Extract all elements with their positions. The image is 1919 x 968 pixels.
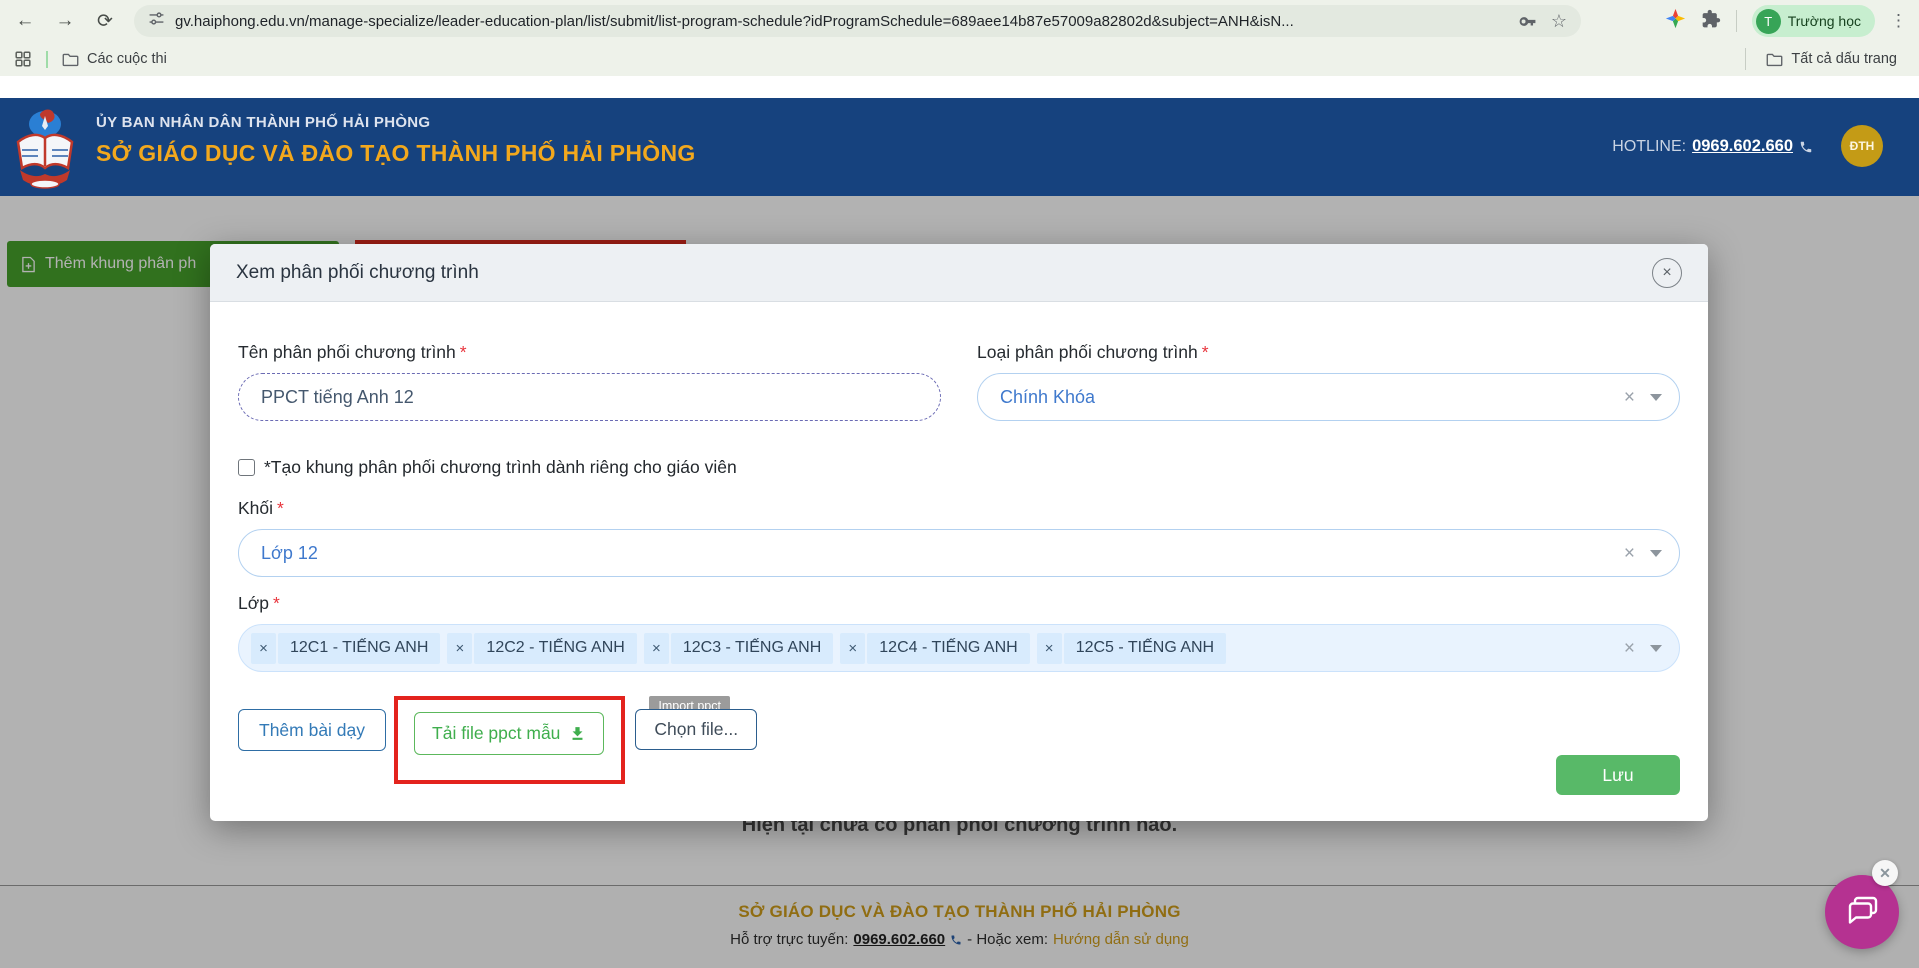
- bookmark-label: Các cuộc thi: [87, 51, 167, 67]
- site-info-icon[interactable]: [148, 10, 165, 32]
- chevron-down-icon[interactable]: [1650, 645, 1662, 652]
- all-bookmarks-item[interactable]: Tất cả dấu trang: [1758, 51, 1905, 67]
- class-tag: × 12C2 - TIẾNG ANH: [447, 633, 636, 664]
- tag-remove-icon[interactable]: ×: [840, 633, 865, 664]
- type-field-label: Loại phân phối chương trình*: [977, 342, 1680, 363]
- class-tag: × 12C1 - TIẾNG ANH: [251, 633, 440, 664]
- required-asterisk: *: [273, 593, 280, 613]
- add-lesson-button[interactable]: Thêm bài dạy: [238, 709, 386, 751]
- department-logo: [12, 104, 78, 195]
- profile-chip[interactable]: T Trường học: [1752, 5, 1875, 37]
- apps-grid-icon[interactable]: [8, 44, 38, 74]
- hotline-number[interactable]: 0969.602.660: [1692, 137, 1793, 156]
- download-template-label: Tải file ppct mẫu: [432, 723, 560, 744]
- bookmarks-bar: Các cuộc thi Tất cả dấu trang: [0, 42, 1919, 76]
- chevron-down-icon[interactable]: [1650, 394, 1662, 401]
- download-template-button[interactable]: Tải file ppct mẫu: [414, 712, 604, 755]
- profile-avatar: T: [1756, 9, 1781, 34]
- class-tag: × 12C5 - TIẾNG ANH: [1037, 633, 1226, 664]
- browser-toolbar: ← → ⟳ gv.haiphong.edu.vn/manage-speciali…: [0, 0, 1919, 42]
- chat-icon: [1842, 893, 1882, 931]
- chat-close-icon[interactable]: ✕: [1872, 860, 1898, 886]
- chevron-down-icon[interactable]: [1650, 550, 1662, 557]
- hotline-label: HOTLINE:: [1612, 138, 1686, 156]
- tag-remove-icon[interactable]: ×: [251, 633, 276, 664]
- required-asterisk: *: [1202, 342, 1209, 362]
- teacher-checkbox[interactable]: [238, 459, 255, 476]
- url-text[interactable]: gv.haiphong.edu.vn/manage-specialize/lea…: [175, 13, 1504, 30]
- back-icon[interactable]: ←: [10, 6, 40, 36]
- class-multiselect[interactable]: × 12C1 - TIẾNG ANH × 12C2 - TIẾNG ANH × …: [238, 624, 1680, 672]
- tag-label: 12C4 - TIẾNG ANH: [867, 633, 1029, 664]
- download-icon: [569, 725, 586, 742]
- teacher-checkbox-row: *Tạo khung phân phối chương trình dành r…: [238, 457, 1680, 478]
- bookmark-item-contests[interactable]: Các cuộc thi: [54, 51, 175, 67]
- name-field-group: Tên phân phối chương trình* PPCT tiếng A…: [238, 342, 941, 421]
- required-asterisk: *: [460, 342, 467, 362]
- hotline: HOTLINE: 0969.602.660: [1612, 137, 1813, 156]
- tag-remove-icon[interactable]: ×: [1037, 633, 1062, 664]
- import-file-group: Import ppct Chọn file...: [635, 709, 757, 750]
- site-header: ỦY BAN NHÂN DÂN THÀNH PHỐ HẢI PHÒNG SỞ G…: [0, 98, 1919, 196]
- toolbar-right-cluster: T Trường học ⋮: [1665, 5, 1919, 37]
- org-name-line2: SỞ GIÁO DỤC VÀ ĐÀO TẠO THÀNH PHỐ HẢI PHÒ…: [96, 140, 696, 167]
- name-field-label: Tên phân phối chương trình*: [238, 342, 941, 363]
- modal-actions-row: Thêm bài dạy Tải file ppct mẫu Import pp…: [238, 696, 1680, 784]
- teacher-checkbox-label: *Tạo khung phân phối chương trình dành r…: [264, 457, 737, 478]
- clear-icon[interactable]: ×: [1624, 388, 1635, 407]
- all-bookmarks-label: Tất cả dấu trang: [1791, 51, 1897, 67]
- bookmark-drag-indicator: [46, 51, 48, 68]
- org-name-line1: ỦY BAN NHÂN DÂN THÀNH PHỐ HẢI PHÒNG: [96, 114, 430, 131]
- folder-icon: [62, 52, 79, 67]
- password-key-icon[interactable]: [1518, 12, 1537, 31]
- class-tag: × 12C3 - TIẾNG ANH: [644, 633, 833, 664]
- chrome-menu-icon[interactable]: ⋮: [1890, 11, 1907, 31]
- save-button[interactable]: Lưu: [1556, 755, 1680, 795]
- toolbar-separator: [1736, 10, 1737, 32]
- annotation-red-box: Tải file ppct mẫu: [394, 696, 625, 784]
- ai-sparkle-icon[interactable]: [1665, 8, 1686, 34]
- grade-select-value: Lớp 12: [261, 543, 318, 564]
- chat-fab-button[interactable]: [1825, 875, 1899, 949]
- clear-icon[interactable]: ×: [1624, 544, 1635, 563]
- class-tag: × 12C4 - TIẾNG ANH: [840, 633, 1029, 664]
- type-select-value: Chính Khóa: [1000, 387, 1095, 408]
- tag-label: 12C2 - TIẾNG ANH: [474, 633, 636, 664]
- extensions-puzzle-icon[interactable]: [1701, 9, 1721, 34]
- grade-select[interactable]: Lớp 12 ×: [238, 529, 1680, 577]
- folder-icon: [1766, 52, 1783, 67]
- modal-title: Xem phân phối chương trình: [236, 262, 479, 284]
- modal-header: Xem phân phối chương trình ×: [210, 244, 1708, 302]
- reload-icon[interactable]: ⟳: [90, 6, 120, 36]
- type-field-group: Loại phân phối chương trình* Chính Khóa …: [977, 342, 1680, 421]
- class-field-label: Lớp*: [238, 593, 1680, 614]
- bookmarks-separator: [1745, 48, 1746, 70]
- program-schedule-modal: Xem phân phối chương trình × Tên phân ph…: [210, 244, 1708, 821]
- choose-file-button[interactable]: Chọn file...: [635, 709, 757, 750]
- name-input[interactable]: PPCT tiếng Anh 12: [238, 373, 941, 421]
- page-top-gap: [0, 76, 1919, 98]
- profile-name: Trường học: [1788, 13, 1861, 29]
- bookmark-star-icon[interactable]: ☆: [1551, 11, 1567, 32]
- forward-icon[interactable]: →: [50, 6, 80, 36]
- address-bar[interactable]: gv.haiphong.edu.vn/manage-specialize/lea…: [134, 5, 1581, 37]
- required-asterisk: *: [277, 498, 284, 518]
- tag-label: 12C3 - TIẾNG ANH: [671, 633, 833, 664]
- type-select[interactable]: Chính Khóa ×: [977, 373, 1680, 421]
- user-avatar[interactable]: ĐTH: [1841, 125, 1883, 167]
- modal-body: Tên phân phối chương trình* PPCT tiếng A…: [210, 302, 1708, 821]
- tag-label: 12C1 - TIẾNG ANH: [278, 633, 440, 664]
- tag-remove-icon[interactable]: ×: [447, 633, 472, 664]
- modal-close-icon[interactable]: ×: [1652, 258, 1682, 288]
- grade-field-label: Khối*: [238, 498, 1680, 519]
- phone-icon: [1799, 140, 1813, 154]
- clear-icon[interactable]: ×: [1624, 639, 1635, 658]
- tag-remove-icon[interactable]: ×: [644, 633, 669, 664]
- tag-label: 12C5 - TIẾNG ANH: [1064, 633, 1226, 664]
